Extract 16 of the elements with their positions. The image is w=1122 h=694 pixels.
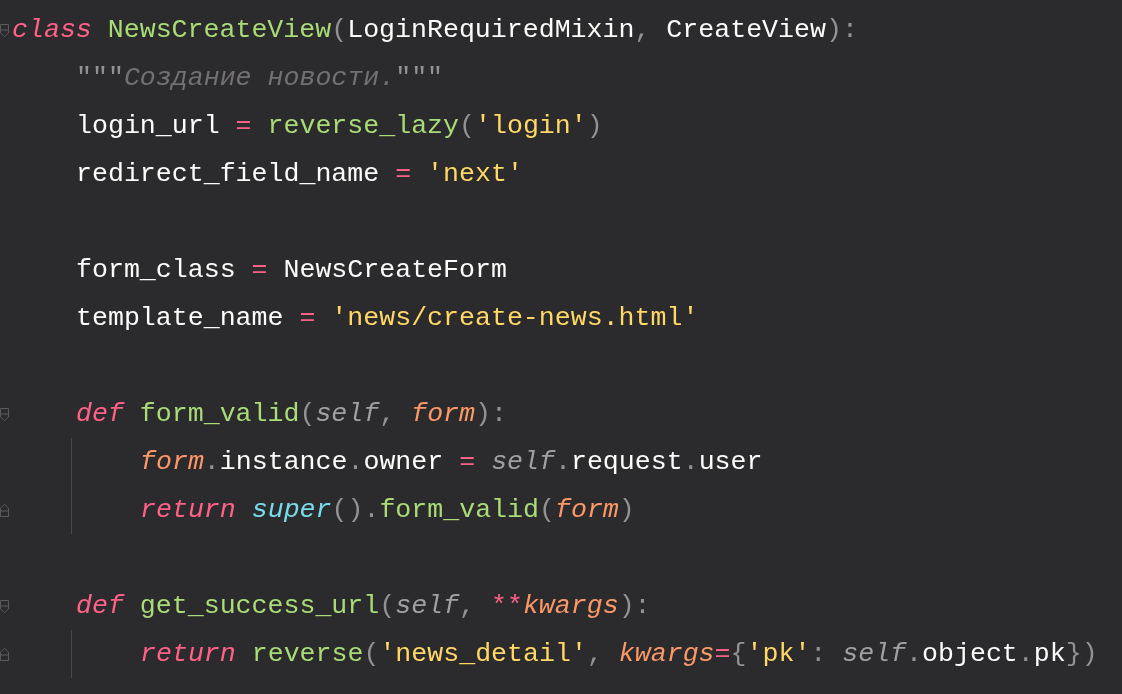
fold-icon[interactable] <box>0 647 9 661</box>
code-line: def get_success_url(self, **kwargs): <box>76 590 651 623</box>
code-line: template_name = 'news/create-news.html' <box>76 302 699 335</box>
code-line: redirect_field_name = 'next' <box>76 158 523 191</box>
code-line: """Создание новости.""" <box>76 62 444 95</box>
fold-icon[interactable] <box>0 503 9 517</box>
code-line: return super().form_valid(form) <box>140 494 635 527</box>
code-line: class NewsCreateView(LoginRequiredMixin, CreateView): <box>12 14 858 47</box>
code-line: def form_valid(self, form): <box>76 398 507 431</box>
code-line: form.instance.owner = self.request.user <box>140 446 763 479</box>
fold-icon[interactable] <box>0 599 9 613</box>
fold-icon[interactable] <box>0 407 9 421</box>
fold-icon[interactable] <box>0 23 9 37</box>
code-line: login_url = reverse_lazy('login') <box>76 110 603 143</box>
code-line: return reverse('news_detail', kwargs={'pk': self.object.pk}) <box>140 638 1098 671</box>
code-line: form_class = NewsCreateForm <box>76 254 507 287</box>
